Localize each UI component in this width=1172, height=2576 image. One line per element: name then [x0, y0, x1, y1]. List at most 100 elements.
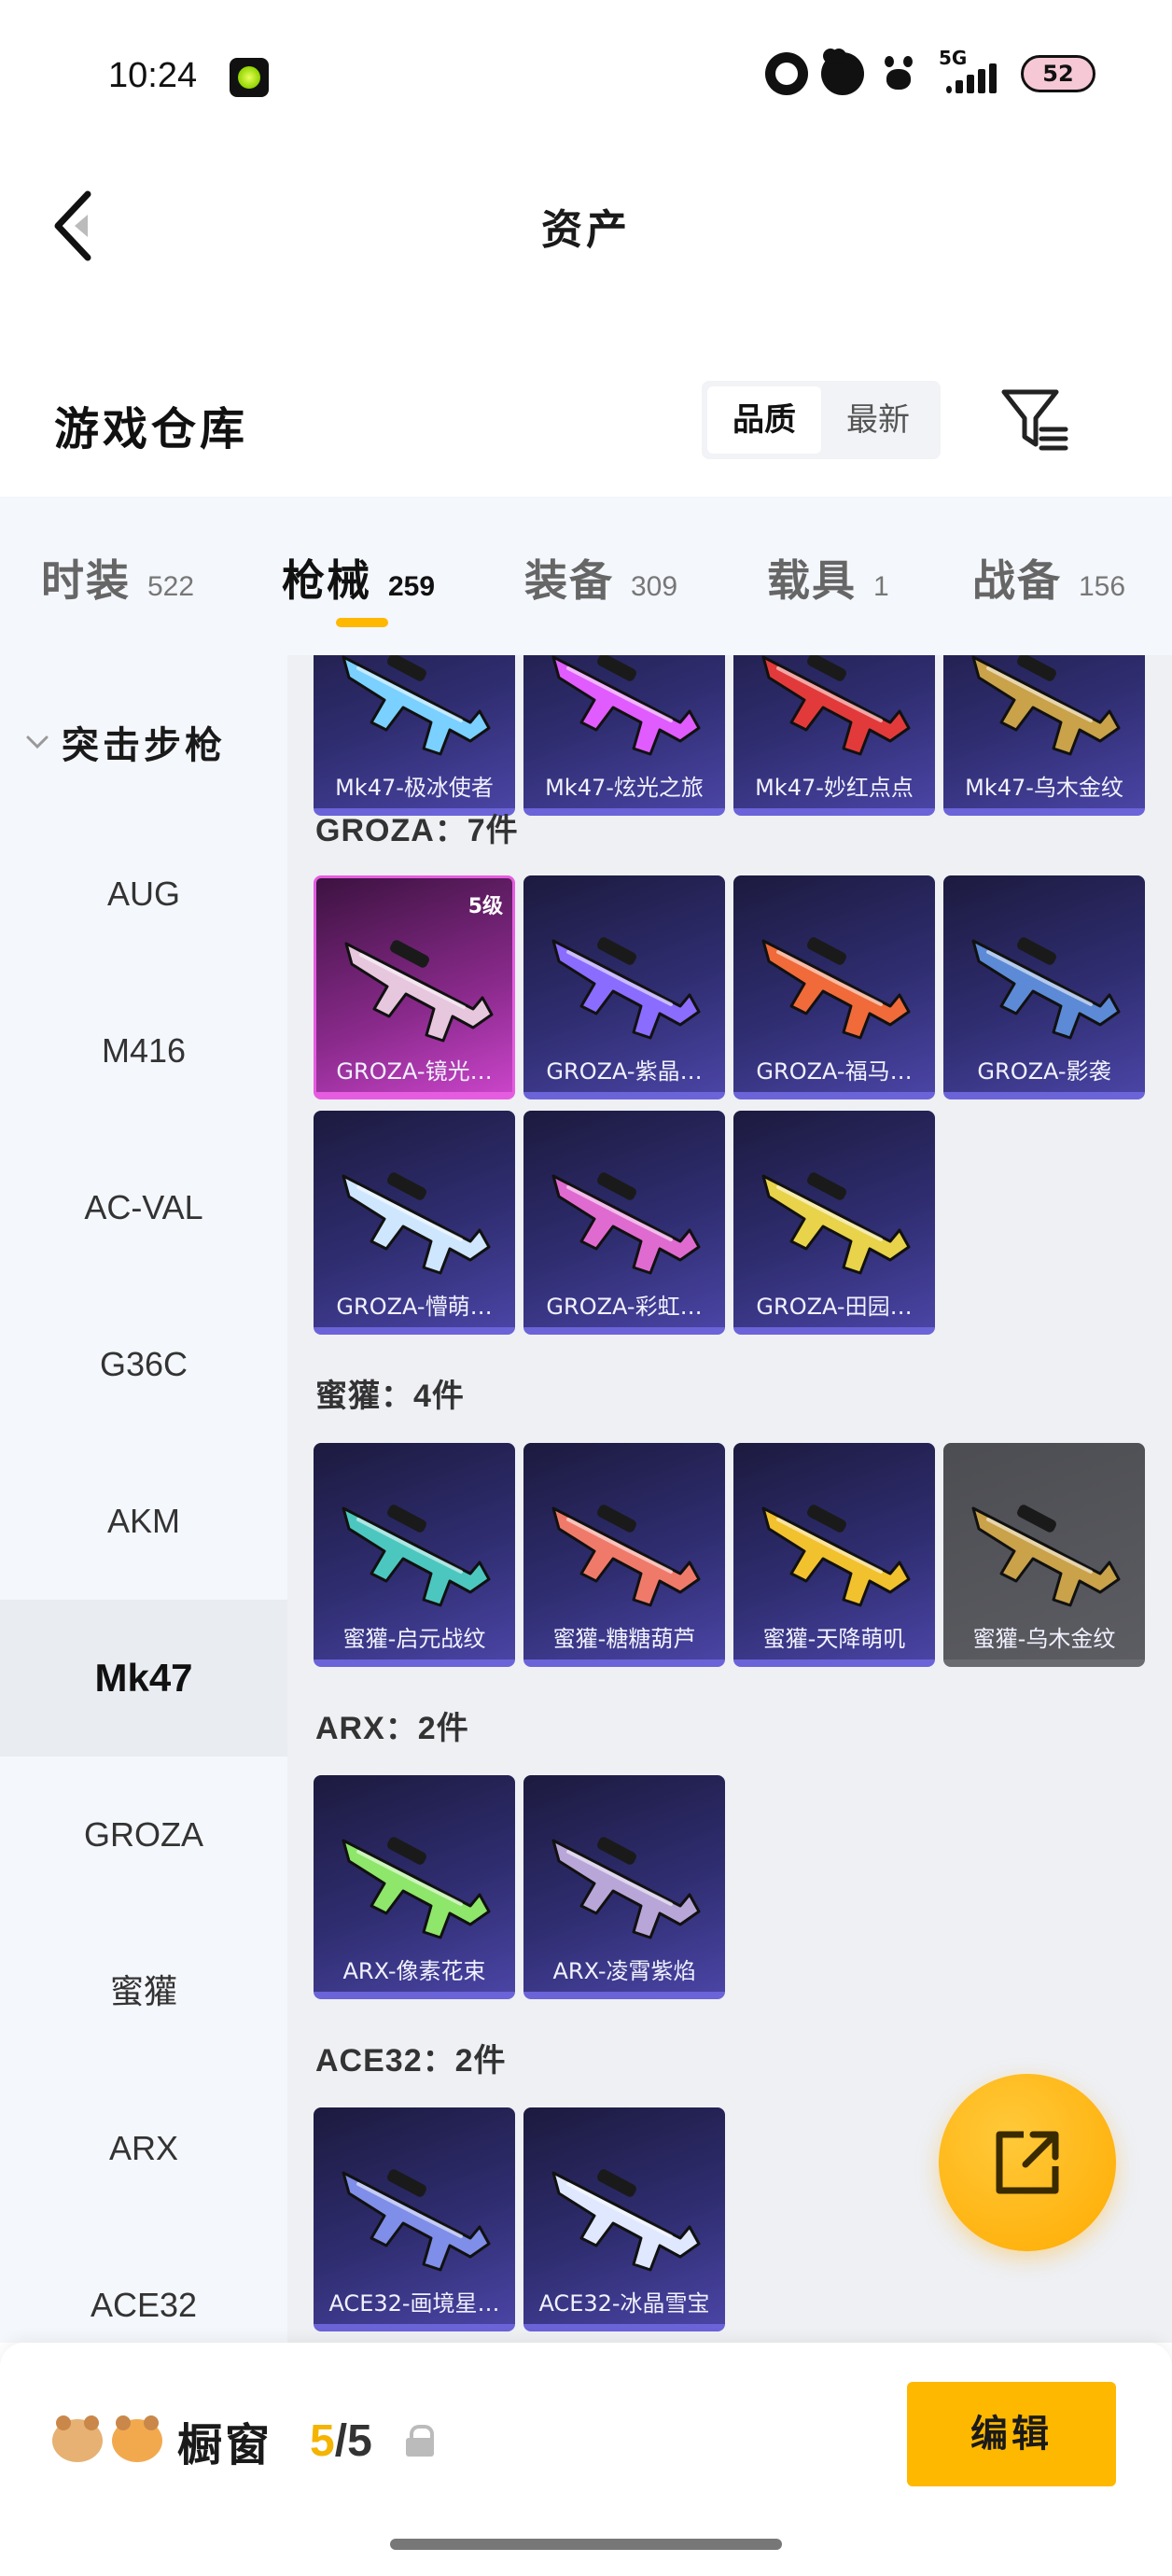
weapon-image: [971, 1505, 1121, 1607]
skin-card[interactable]: ARX-像素花束: [314, 1775, 515, 1999]
weapon-image: [344, 940, 494, 1043]
skin-name: 蜜獾-启元战纹: [342, 1626, 486, 1652]
skin-card[interactable]: ACE32-画境星…: [314, 2107, 515, 2331]
weapon-image: [761, 655, 911, 756]
paw-app-icon: [877, 52, 920, 95]
sidebar-item-ace32[interactable]: ACE32: [0, 2227, 287, 2343]
skin-name: Mk47-乌木金纹: [965, 775, 1123, 801]
battery-indicator: 52: [1021, 55, 1095, 92]
weapon-scope: [1017, 655, 1056, 681]
skin-card[interactable]: 蜜獾-糖糖葫芦: [523, 1443, 725, 1667]
skin-card[interactable]: 蜜獾-天降萌叽: [733, 1443, 935, 1667]
status-time: 10:24: [108, 56, 198, 95]
sidebar-item-arx[interactable]: ARX: [0, 2070, 287, 2227]
sidebar-item-m416[interactable]: M416: [0, 973, 287, 1129]
weapon-category-list: 突击步枪 AUG M416 AC-VAL G36C AKM Mk47 GROZA…: [0, 655, 287, 2343]
weapon-image: [551, 2169, 701, 2272]
skin-name: ARX-凌霄紫焰: [552, 1958, 696, 1984]
showcase-label: 橱窗: [177, 2419, 273, 2471]
skin-card[interactable]: GROZA-彩虹…: [523, 1111, 725, 1335]
skin-name: GROZA-彩虹…: [546, 1294, 703, 1320]
skin-card[interactable]: Mk47-乌木金纹: [943, 655, 1145, 816]
weapon-scope: [1017, 937, 1056, 965]
skin-card[interactable]: GROZA-懵萌…: [314, 1111, 515, 1335]
weapon-scope: [387, 1172, 426, 1200]
skin-card[interactable]: GROZA-影袭: [943, 875, 1145, 1099]
weapon-scope: [807, 1505, 846, 1533]
app-notification-icon: [230, 58, 269, 97]
tab-count: 156: [1079, 571, 1126, 602]
sidebar-item-g36c[interactable]: G36C: [0, 1286, 287, 1443]
sidebar-item-ac-val[interactable]: AC-VAL: [0, 1129, 287, 1286]
skin-name: GROZA-田园…: [756, 1294, 913, 1320]
sidebar-item-akm[interactable]: AKM: [0, 1443, 287, 1600]
chevron-down-icon: [26, 735, 49, 749]
skin-card[interactable]: GROZA-紫晶…: [523, 875, 725, 1099]
tab-label: 时装: [41, 555, 131, 606]
weapon-image: [551, 655, 701, 756]
skin-card[interactable]: GROZA-福马…: [733, 875, 935, 1099]
tab-gear[interactable]: 装备 309: [524, 547, 677, 609]
skin-card[interactable]: 5级 GROZA-镜光…: [314, 875, 515, 1099]
weapon-image: [551, 1172, 701, 1275]
skin-card[interactable]: ARX-凌霄紫焰: [523, 1775, 725, 1999]
skin-card[interactable]: Mk47-妙红点点: [733, 655, 935, 816]
skin-card[interactable]: ACE32-冰晶雪宝: [523, 2107, 725, 2331]
weapon-image: [342, 1172, 491, 1275]
skin-card[interactable]: GROZA-田园…: [733, 1111, 935, 1335]
home-indicator: [390, 2539, 782, 2550]
category-group-assault-rifles[interactable]: 突击步枪: [22, 715, 226, 769]
skin-name: 蜜獾-糖糖葫芦: [552, 1626, 696, 1652]
sort-quality-button[interactable]: 品质: [707, 386, 821, 454]
skin-card[interactable]: 蜜獾-乌木金纹: [943, 1443, 1145, 1667]
skin-card[interactable]: Mk47-极冰使者: [314, 655, 515, 816]
weapon-scope: [387, 1837, 426, 1865]
showcase-count-current: 5: [310, 2415, 335, 2466]
weapon-scope: [597, 655, 636, 681]
category-group-label: 突击步枪: [62, 724, 226, 767]
share-icon: [996, 2131, 1059, 2194]
skin-card[interactable]: 蜜獾-启元战纹: [314, 1443, 515, 1667]
skin-name: Mk47-炫光之旅: [545, 775, 704, 801]
lock-icon: [405, 2425, 434, 2457]
sort-toggle: 品质 最新: [702, 381, 941, 459]
skin-card[interactable]: Mk47-炫光之旅: [523, 655, 725, 816]
bear-avatar-icon: [52, 2415, 103, 2462]
sidebar-item-mk47[interactable]: Mk47: [0, 1600, 287, 1757]
tab-count: 309: [631, 571, 678, 602]
tab-weapons[interactable]: 枪械 259: [282, 547, 435, 609]
skin-name: GROZA-影袭: [977, 1058, 1111, 1085]
weapon-image: [342, 655, 491, 756]
skin-name: GROZA-懵萌…: [336, 1294, 493, 1320]
tab-label: 战备: [972, 555, 1062, 606]
page-title: 资产: [541, 206, 631, 254]
status-bar: 10:24 5G 52: [0, 0, 1172, 159]
group-title-arx: ARX：2件: [315, 1711, 469, 1746]
group-title-honey-badger: 蜜獾：4件: [315, 1379, 465, 1414]
sidebar-item-honey-badger[interactable]: 蜜獾: [0, 1913, 287, 2070]
sidebar-item-groza[interactable]: GROZA: [0, 1757, 287, 1913]
share-button[interactable]: [939, 2074, 1116, 2251]
skin-name: ACE32-画境星…: [328, 2290, 500, 2317]
group-title-ace32: ACE32：2件: [315, 2043, 507, 2079]
weapon-scope: [807, 937, 846, 965]
weapon-scope: [1017, 1505, 1056, 1533]
filter-button[interactable]: [998, 383, 1073, 457]
skin-name: GROZA-紫晶…: [546, 1058, 703, 1085]
weapon-scope: [807, 1172, 846, 1200]
edit-button[interactable]: 编辑: [907, 2382, 1116, 2486]
weapon-image: [342, 1505, 491, 1607]
camera-app-icon: [765, 52, 808, 95]
skin-name: GROZA-镜光…: [336, 1058, 493, 1085]
skin-name: GROZA-福马…: [756, 1058, 913, 1085]
sidebar-item-aug[interactable]: AUG: [0, 816, 287, 973]
tab-label: 枪械: [282, 555, 371, 606]
tab-fashion[interactable]: 时装 522: [41, 547, 194, 609]
weapon-scope: [597, 937, 636, 965]
tab-vehicles[interactable]: 载具 1: [767, 547, 889, 609]
weapon-image: [551, 1837, 701, 1939]
sort-latest-button[interactable]: 最新: [821, 386, 935, 454]
weapon-image: [551, 937, 701, 1040]
weapon-scope: [597, 2169, 636, 2197]
tab-supplies[interactable]: 战备 156: [972, 547, 1125, 609]
